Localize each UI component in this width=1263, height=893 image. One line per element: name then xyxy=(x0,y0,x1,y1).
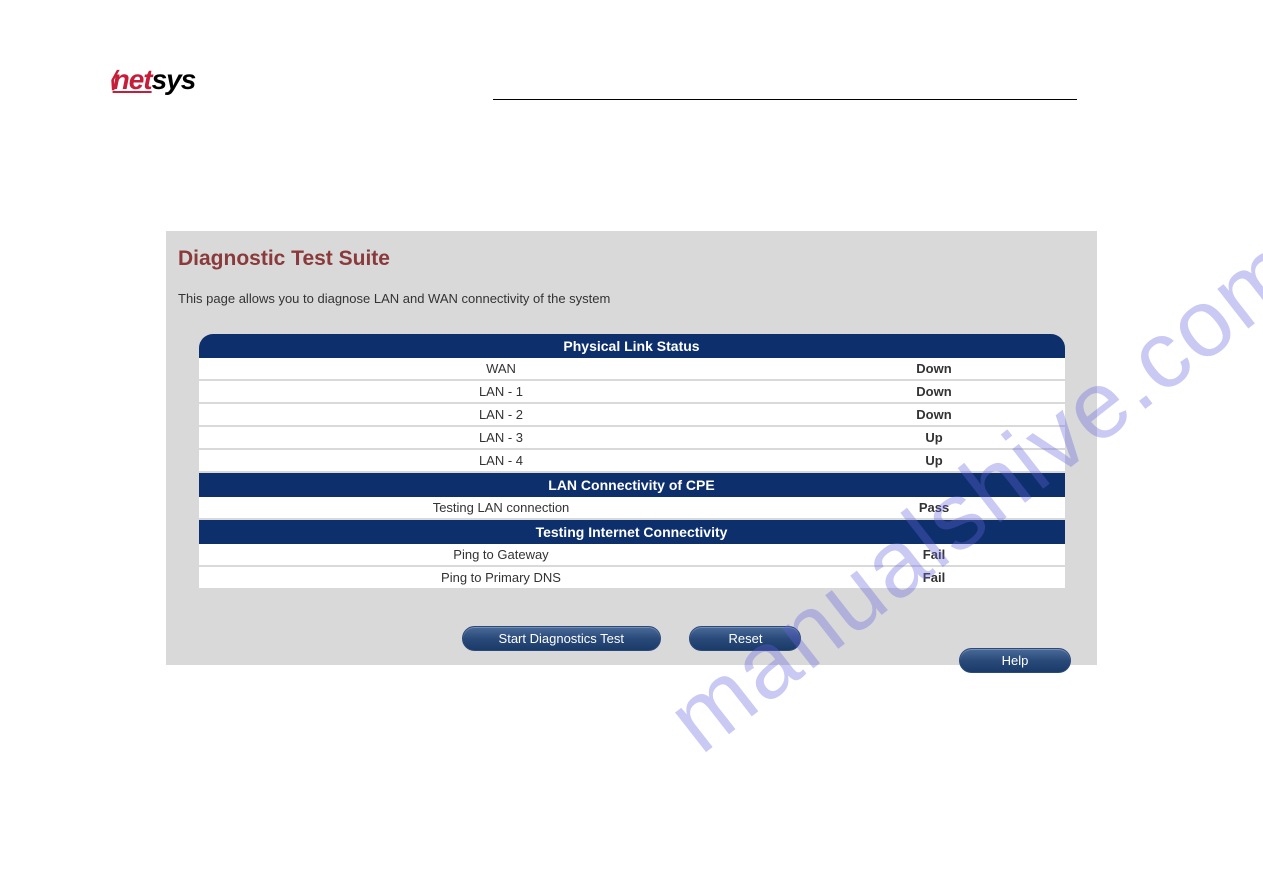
row-status: Fail xyxy=(804,567,1065,590)
table-row: LAN - 4Up xyxy=(199,450,1065,473)
table-row: Testing LAN connectionPass xyxy=(199,497,1065,520)
section-header-label: Physical Link Status xyxy=(199,334,1065,358)
row-label: LAN - 4 xyxy=(199,450,804,473)
row-label: Ping to Primary DNS xyxy=(199,567,804,590)
row-label: WAN xyxy=(199,358,804,381)
section-header: Testing Internet Connectivity xyxy=(199,520,1065,544)
section-header: LAN Connectivity of CPE xyxy=(199,473,1065,497)
row-label: Testing LAN connection xyxy=(199,497,804,520)
logo-text-sys: sys xyxy=(152,64,196,95)
header-divider xyxy=(493,99,1077,100)
section-header: Physical Link Status xyxy=(199,334,1065,358)
row-status: Pass xyxy=(804,497,1065,520)
table-row: Ping to Primary DNSFail xyxy=(199,567,1065,590)
reset-button[interactable]: Reset xyxy=(689,626,801,651)
page-title: Diagnostic Test Suite xyxy=(178,247,1085,271)
start-diagnostics-button[interactable]: Start Diagnostics Test xyxy=(462,626,661,651)
row-label: Ping to Gateway xyxy=(199,544,804,567)
diagnostic-table: Physical Link StatusWANDownLAN - 1DownLA… xyxy=(199,334,1065,590)
table-row: LAN - 2Down xyxy=(199,404,1065,427)
row-status: Down xyxy=(804,404,1065,427)
table-row: Ping to GatewayFail xyxy=(199,544,1065,567)
row-status: Down xyxy=(804,358,1065,381)
section-header-label: LAN Connectivity of CPE xyxy=(199,473,1065,497)
diagnostic-panel: Diagnostic Test Suite This page allows y… xyxy=(166,231,1097,665)
row-label: LAN - 2 xyxy=(199,404,804,427)
row-status: Up xyxy=(804,427,1065,450)
table-row: WANDown xyxy=(199,358,1065,381)
brand-logo: ⟨netsys xyxy=(108,64,195,96)
table-row: LAN - 1Down xyxy=(199,381,1065,404)
row-label: LAN - 1 xyxy=(199,381,804,404)
page-description: This page allows you to diagnose LAN and… xyxy=(178,291,1085,306)
row-status: Up xyxy=(804,450,1065,473)
row-status: Fail xyxy=(804,544,1065,567)
logo-text-net: net xyxy=(113,64,152,95)
table-row: LAN - 3Up xyxy=(199,427,1065,450)
button-row: Start Diagnostics Test Reset Help xyxy=(174,626,1089,651)
help-button[interactable]: Help xyxy=(959,648,1071,673)
row-label: LAN - 3 xyxy=(199,427,804,450)
row-status: Down xyxy=(804,381,1065,404)
section-header-label: Testing Internet Connectivity xyxy=(199,520,1065,544)
